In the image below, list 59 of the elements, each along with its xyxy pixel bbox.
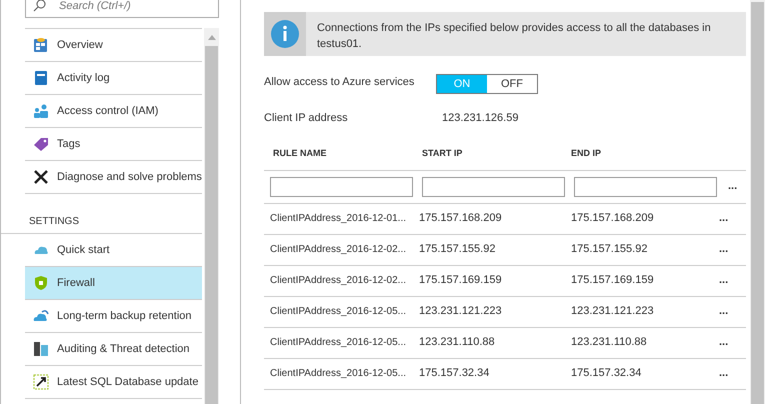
nav-item[interactable]: Access control (IAM) <box>25 95 202 128</box>
nav-item[interactable]: Activity log <box>25 62 202 95</box>
info-text: Connections from the IPs specified below provides access to all the databases in testus01. <box>316 21 712 52</box>
more-button[interactable]: ... <box>719 210 728 227</box>
nav-item[interactable]: Auditing & Threat detection <box>25 333 202 366</box>
table-cell-text: 175.157.169.159 <box>571 273 655 288</box>
section-heading: SETTINGS <box>1 194 202 234</box>
column-header: START IP <box>421 146 464 160</box>
scrollbar[interactable] <box>750 0 765 404</box>
database-icon <box>33 37 49 53</box>
more-button[interactable]: ... <box>728 178 738 195</box>
table-cell-text: ClientIPAddress_2016-12-01... <box>269 212 408 226</box>
people-icon <box>33 103 49 119</box>
column-header: RULE NAME <box>272 146 328 160</box>
search-icon <box>33 0 46 12</box>
nav-item[interactable]: Diagnose and solve problems <box>25 161 202 194</box>
field-label: Allow access to Azure services <box>264 75 416 90</box>
table-cell-text: ClientIPAddress_2016-12-05... <box>269 367 408 381</box>
external-link-icon <box>33 374 49 390</box>
table-cell-text: ClientIPAddress_2016-12-05... <box>269 305 408 319</box>
more-button[interactable]: ... <box>719 303 728 320</box>
book-icon <box>33 70 49 86</box>
field-label: Client IP address <box>264 111 349 126</box>
table-cell-text: 175.157.32.34 <box>571 366 642 382</box>
nav-item[interactable]: Long-term backup retention <box>25 300 202 333</box>
table-cell-text: 175.157.155.92 <box>419 242 496 258</box>
tag-icon <box>33 136 49 152</box>
table-cell-text: 123.231.110.88 <box>571 335 648 350</box>
input-field[interactable] <box>422 176 565 196</box>
server-icon <box>33 341 49 357</box>
table-cell-text: 175.157.169.159 <box>419 273 503 288</box>
table-cell-text: 175.157.168.209 <box>571 211 655 226</box>
column-header: END IP <box>570 146 602 160</box>
search-field[interactable]: Search (Ctrl+/) <box>25 0 219 18</box>
nav-item[interactable]: Firewall <box>25 267 202 300</box>
table-cell-text: 123.231.121.223 <box>419 304 503 320</box>
table-cell-text: 123.231.121.223 <box>571 304 655 320</box>
more-button[interactable]: ... <box>719 272 728 289</box>
cloud-icon <box>33 308 49 324</box>
input-field[interactable] <box>270 176 413 196</box>
input-field[interactable] <box>574 176 717 196</box>
table-cell-text: 175.157.32.34 <box>419 366 490 382</box>
more-button[interactable]: ... <box>719 241 728 258</box>
scroll-up-icon[interactable] <box>208 34 216 40</box>
info-icon <box>270 20 299 48</box>
table-cell-text: ClientIPAddress_2016-12-05... <box>269 336 408 350</box>
nav-item[interactable]: Latest SQL Database update <box>25 366 202 399</box>
table-cell-text: 175.157.168.209 <box>419 211 503 226</box>
table-cell-text: 175.157.155.92 <box>571 242 648 258</box>
scrollbar[interactable] <box>204 28 219 404</box>
nav-item[interactable]: Tags <box>25 128 202 161</box>
shield-icon <box>33 275 49 291</box>
nav-item[interactable]: Overview <box>25 29 202 62</box>
table-cell-text: 123.231.110.88 <box>419 335 496 350</box>
table-cell-text: ClientIPAddress_2016-12-02... <box>269 274 408 288</box>
more-button[interactable]: ... <box>719 334 728 351</box>
field-value: 123.231.126.59 <box>442 111 518 126</box>
more-button[interactable]: ... <box>719 365 728 382</box>
table-cell-text: ClientIPAddress_2016-12-02... <box>269 243 408 257</box>
